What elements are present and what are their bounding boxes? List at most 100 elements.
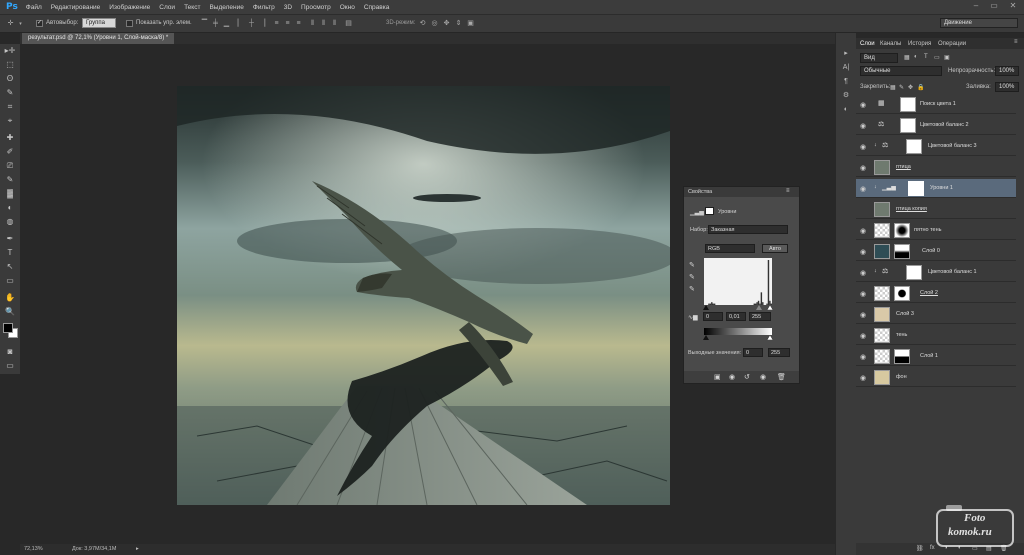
minimize-icon[interactable]: – — [968, 1, 984, 13]
layer-mask-thumbnail[interactable] — [906, 139, 922, 154]
lock-transparent-icon[interactable]: ▦ — [890, 84, 896, 91]
move-tool[interactable]: ▸✛ — [0, 44, 20, 58]
layers-panel-menu-icon[interactable]: ≡ — [1014, 39, 1018, 45]
lasso-tool[interactable]: ʘ — [0, 72, 20, 86]
menu-image[interactable]: Изображение — [109, 4, 150, 11]
layer-thumbnail[interactable] — [874, 370, 890, 385]
tool-presets-icon[interactable]: ⚙ — [836, 89, 856, 103]
menu-layer[interactable]: Слои — [159, 4, 175, 11]
align-bottom-icon[interactable]: ▁ — [222, 20, 231, 28]
input-sliders[interactable] — [701, 305, 775, 310]
menu-filter[interactable]: Фильтр — [253, 4, 275, 11]
menu-window[interactable]: Окно — [340, 4, 355, 11]
visibility-eye-icon[interactable]: ◉ — [860, 185, 866, 193]
gradient-tool[interactable]: ◐ — [0, 201, 20, 215]
input-gamma-field[interactable]: 0,01 — [726, 312, 746, 321]
move-tool-icon[interactable]: ✛ — [6, 20, 15, 28]
clone-stamp-tool[interactable]: ⎚ — [0, 159, 20, 173]
layer-mask-thumbnail[interactable] — [908, 181, 924, 196]
visibility-eye-icon[interactable]: ◉ — [860, 374, 866, 382]
status-menu-arrow-icon[interactable]: ▸ — [136, 546, 139, 552]
hand-tool[interactable]: ✋ — [0, 291, 20, 305]
visibility-eye-icon[interactable]: ◉ — [860, 311, 866, 319]
layer-row[interactable]: ◉ тень — [856, 326, 1016, 345]
quick-selection-tool[interactable]: ✎ — [0, 86, 20, 100]
distribute-top-icon[interactable]: ≡ — [272, 20, 281, 28]
distribute-bottom-icon[interactable]: ≡ — [294, 20, 303, 28]
align-top-icon[interactable]: ▔ — [200, 20, 209, 28]
visibility-eye-icon[interactable]: ◉ — [860, 122, 866, 130]
layer-thumbnail[interactable] — [874, 349, 890, 364]
align-right-icon[interactable]: ▕ — [258, 20, 267, 28]
history-brush-tool[interactable]: ✎ — [0, 173, 20, 187]
layer-name[interactable]: птица — [896, 164, 911, 170]
roll-3d-icon[interactable]: ◎ — [430, 20, 439, 28]
layer-thumbnail[interactable] — [874, 286, 890, 301]
output-black-field[interactable]: 0 — [743, 348, 763, 357]
slide-3d-icon[interactable]: ⇕ — [454, 20, 463, 28]
filter-shape-icon[interactable]: ▭ — [934, 54, 940, 61]
layer-row[interactable]: ◉ птица — [856, 158, 1016, 177]
autoselect-checkbox[interactable]: ✓ — [36, 20, 43, 27]
view-previous-icon[interactable]: ◉ — [729, 373, 735, 381]
visibility-eye-icon[interactable]: ◉ — [860, 332, 866, 340]
visibility-eye-icon[interactable]: ◉ — [860, 269, 866, 277]
layer-name[interactable]: пятно тень — [914, 227, 942, 233]
layer-mask-thumbnail[interactable] — [894, 244, 910, 259]
white-point-eyedropper-icon[interactable]: ✎ — [689, 285, 695, 293]
tool-preset-chevron-icon[interactable]: ▾ — [16, 20, 25, 28]
blur-tool[interactable]: ◍ — [0, 215, 20, 229]
input-black-field[interactable]: 0 — [703, 312, 723, 321]
layer-name[interactable]: Цветовой баланс 1 — [928, 269, 977, 275]
workspace-dropdown[interactable]: Движение — [940, 18, 1018, 28]
black-point-eyedropper-icon[interactable]: ✎ — [689, 261, 695, 269]
pen-tool[interactable]: ✒ — [0, 232, 20, 246]
visibility-icon[interactable]: ◉ — [760, 373, 766, 381]
menu-3d[interactable]: 3D — [284, 4, 292, 11]
layer-name[interactable]: Слой 2 — [920, 290, 938, 296]
autoselect-dropdown[interactable]: Группа — [82, 18, 116, 28]
layer-row[interactable]: птица копия — [856, 200, 1016, 219]
menu-select[interactable]: Выделение — [209, 4, 243, 11]
type-tool[interactable]: T — [0, 246, 20, 260]
layer-name[interactable]: птица копия — [896, 206, 927, 212]
preset-dropdown[interactable]: Заказная — [708, 225, 788, 234]
link-layers-icon[interactable]: ⛓ — [916, 545, 924, 552]
dock-play-icon[interactable]: ▸ — [836, 47, 856, 61]
layer-row[interactable]: ◉ ▦ Поиск цвета 1 — [856, 95, 1016, 114]
auto-button[interactable]: Авто — [762, 244, 788, 253]
layer-thumbnail[interactable] — [874, 307, 890, 322]
layer-row[interactable]: ◉ ↓ ⚖ Цветовой баланс 3 — [856, 137, 1016, 156]
layer-thumbnail[interactable] — [874, 160, 890, 175]
menu-help[interactable]: Справка — [364, 4, 390, 11]
eraser-tool[interactable]: ▓ — [0, 187, 20, 201]
zoom-tool[interactable]: 🔍 — [0, 305, 20, 319]
crop-tool[interactable]: ⌗ — [0, 100, 20, 114]
document-canvas[interactable] — [177, 86, 670, 505]
quick-mask-icon[interactable]: ◙ — [0, 345, 20, 359]
fill-field[interactable]: 100% — [995, 82, 1019, 92]
layer-name[interactable]: фон — [896, 374, 907, 380]
align-middle-icon[interactable]: ╪ — [211, 20, 220, 28]
layer-row[interactable]: ◉ пятно тень — [856, 221, 1016, 240]
layer-filter-dropdown[interactable]: Вид — [860, 53, 898, 63]
screen-mode-icon[interactable]: ▭ — [0, 359, 20, 373]
zoom-level[interactable]: 72,13% — [24, 546, 43, 552]
layer-name[interactable]: Цветовой баланс 3 — [928, 143, 977, 149]
distribute-middle-icon[interactable]: ≡ — [283, 20, 292, 28]
tab-layers[interactable]: Слои — [860, 41, 875, 47]
show-controls-checkbox[interactable] — [126, 20, 133, 27]
layer-mask-thumbnail[interactable] — [906, 265, 922, 280]
menu-type[interactable]: Текст — [184, 4, 200, 11]
auto-align-icon[interactable]: ▤ — [344, 20, 353, 28]
layer-name[interactable]: Слой 3 — [896, 311, 914, 317]
output-white-field[interactable]: 255 — [768, 348, 790, 357]
tab-actions[interactable]: Операции — [938, 41, 966, 47]
layer-mask-thumbnail[interactable] — [894, 349, 910, 364]
mask-icon[interactable] — [705, 207, 714, 215]
maximize-icon[interactable]: ▭ — [986, 1, 1002, 13]
layer-thumbnail[interactable] — [874, 223, 890, 238]
layer-row[interactable]: ◉ ⚖ Цветовой баланс 2 — [856, 116, 1016, 135]
layer-name[interactable]: Слой 0 — [922, 248, 940, 254]
character-panel-icon[interactable]: A| — [836, 61, 856, 75]
